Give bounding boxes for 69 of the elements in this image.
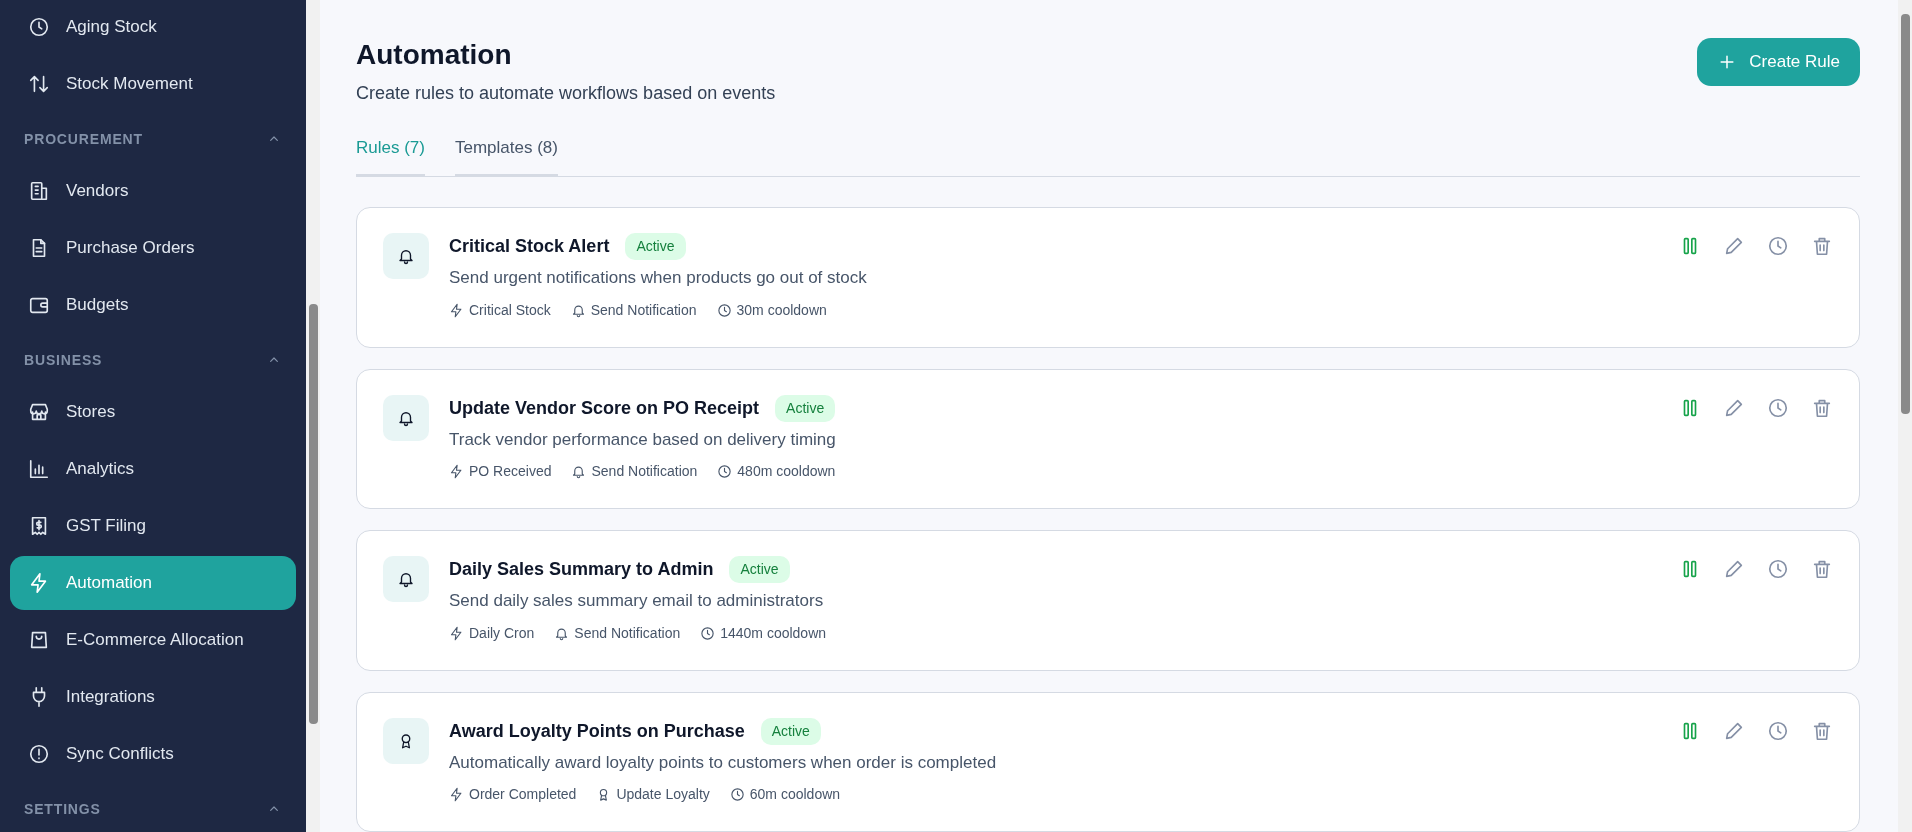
- lightning-icon: [449, 302, 464, 318]
- delete-button[interactable]: [1811, 558, 1833, 581]
- action-label: Send Notification: [574, 623, 681, 643]
- rule-description: Send daily sales summary email to administrators: [449, 590, 825, 613]
- clock-icon: [700, 625, 716, 641]
- scrollbar-thumb[interactable]: [1900, 14, 1910, 414]
- sidebar-item[interactable]: Vendors: [10, 164, 296, 218]
- storefront-icon: [28, 401, 50, 423]
- tab[interactable]: Templates (8): [454, 134, 558, 178]
- cooldown-label: 30m cooldown: [736, 300, 827, 320]
- scrollbar-thumb[interactable]: [308, 304, 318, 724]
- bell-icon: [570, 302, 586, 318]
- trigger-label: Critical Stock: [469, 300, 551, 320]
- action-label: Send Notification: [591, 462, 698, 482]
- clock-icon: [717, 464, 733, 480]
- sidebar-item[interactable]: Purchase Orders: [10, 221, 296, 275]
- bar-chart-icon: [28, 458, 50, 480]
- sidebar-item[interactable]: Sync Conflicts: [10, 727, 296, 781]
- clock-icon: [729, 787, 745, 803]
- section-header[interactable]: BUSINESS: [10, 335, 296, 385]
- sidebar-item[interactable]: Integrations: [10, 670, 296, 724]
- rule-name: Daily Sales Summary to Admin: [449, 558, 714, 582]
- cooldown-label: 480m cooldown: [737, 462, 836, 482]
- delete-button[interactable]: [1811, 235, 1833, 258]
- clock-icon: [716, 302, 732, 318]
- sidebar-item[interactable]: GST Filing: [10, 499, 296, 553]
- status-badge: Active: [775, 394, 836, 422]
- history-button[interactable]: [1767, 719, 1789, 742]
- sidebar-item[interactable]: Analytics: [10, 442, 296, 496]
- sidebar-item[interactable]: Stock Movement: [10, 57, 296, 111]
- sidebar-item[interactable]: Budgets: [10, 278, 296, 332]
- cooldown-label: 60m cooldown: [749, 785, 841, 805]
- rule-name: Award Loyalty Points on Purchase: [449, 719, 745, 743]
- history-button[interactable]: [1767, 235, 1789, 258]
- action-label: Update Loyalty: [616, 785, 710, 805]
- lightning-icon: [449, 464, 464, 480]
- sidebar-item[interactable]: Aging Stock: [10, 0, 296, 54]
- bell-icon: [571, 464, 587, 480]
- bell-icon: [397, 570, 415, 589]
- exclamation-circle-icon: [28, 743, 50, 765]
- up-down-arrows-icon: [28, 73, 50, 95]
- trigger-label: PO Received: [469, 462, 552, 482]
- cooldown-label: 1440m cooldown: [720, 623, 827, 643]
- rule-description: Track vendor performance based on delivery timing: [449, 428, 836, 451]
- history-button[interactable]: [1767, 558, 1789, 581]
- rule-description: Automatically award loyalty points to customers when order is completed: [449, 751, 997, 774]
- lightning-icon: [449, 625, 464, 641]
- rule-name: Update Vendor Score on PO Receipt: [449, 396, 760, 420]
- section-header[interactable]: SETTINGS: [10, 784, 296, 832]
- lightning-icon: [449, 787, 464, 803]
- rule-description: Send urgent notifications when products go out of stock: [449, 267, 867, 290]
- bell-icon: [397, 247, 415, 266]
- rule-name: Critical Stock Alert: [449, 235, 610, 259]
- building-icon: [28, 180, 50, 202]
- page-subtitle: Create rules to automate workflows based on events: [356, 81, 776, 105]
- bag-icon: [28, 629, 50, 651]
- status-badge: Active: [729, 556, 790, 584]
- section-header[interactable]: PROCUREMENT: [10, 114, 296, 164]
- sidebar-item[interactable]: Stores: [10, 385, 296, 439]
- history-button[interactable]: [1767, 396, 1789, 419]
- sidebar-item[interactable]: E-Commerce Allocation: [10, 613, 296, 667]
- action-label: Send Notification: [590, 300, 697, 320]
- page-title: Automation: [356, 38, 513, 72]
- trigger-label: Daily Cron: [469, 623, 535, 643]
- status-badge: Active: [625, 233, 686, 261]
- clock-icon: [28, 16, 50, 38]
- bell-icon: [554, 625, 570, 641]
- status-badge: Active: [760, 717, 821, 745]
- trigger-label: Order Completed: [469, 785, 577, 805]
